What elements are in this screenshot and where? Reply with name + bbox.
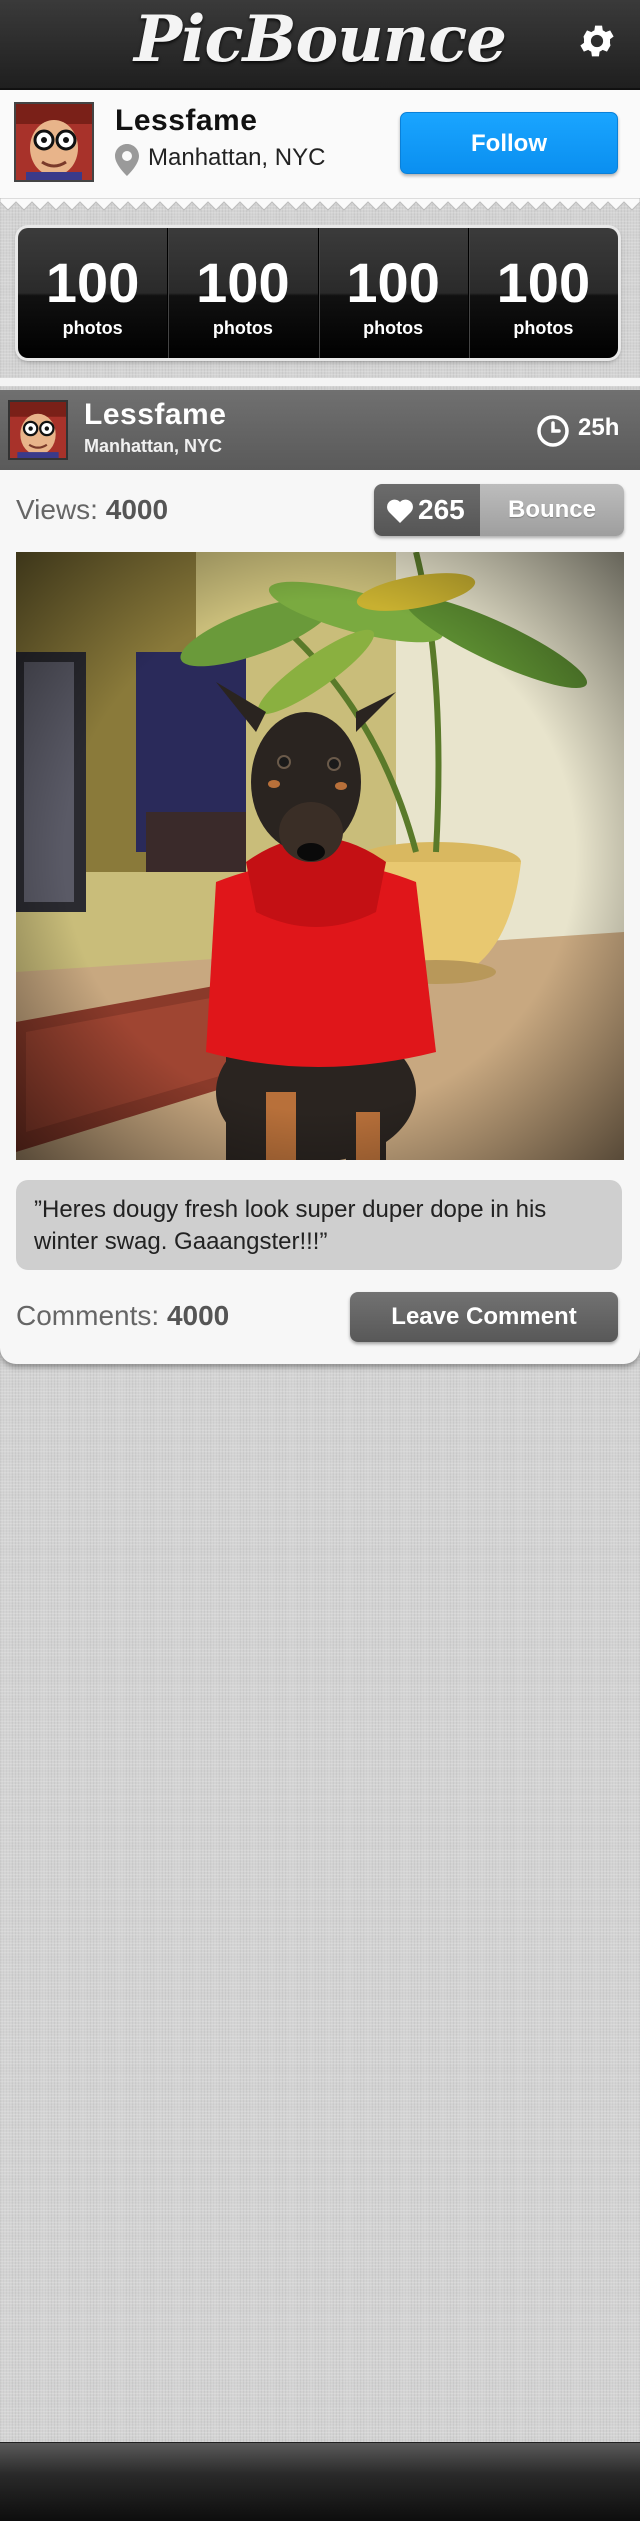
profile-name: Lessfame [115,104,258,137]
post-user-name[interactable]: Lessfame [84,398,226,432]
stat-photos-3[interactable]: 100 photos [319,228,469,358]
stat-photos-2[interactable]: 100 photos [168,228,319,358]
app-logo: PicBounce [134,2,507,77]
clock-icon [537,415,569,447]
views-count: Views: 4000 [16,494,168,526]
stat-photos-4[interactable]: 100 photos [469,228,618,358]
avatar-image [10,402,66,458]
stat-value: 100 [196,251,290,314]
views-label: Views: [16,494,98,525]
stat-value: 100 [496,251,591,314]
post-caption: ”Heres dougy fresh look super duper dope… [16,1180,622,1270]
post-avatar[interactable] [8,400,68,460]
post-time: 25h [578,414,620,441]
gear-icon[interactable] [576,20,618,62]
post-header: Lessfame Manhattan, NYC 25h [0,390,640,470]
like-count: 265 [418,494,465,525]
bounce-button[interactable]: Bounce [480,484,624,536]
bottom-bar [0,2442,640,2521]
stat-label: photos [212,318,273,338]
avatar-image [16,104,92,180]
leave-comment-button[interactable]: Leave Comment [350,1292,618,1342]
like-button[interactable]: 265 [374,484,480,536]
post-user-location: Manhattan, NYC [84,436,223,456]
views-value: 4000 [105,494,169,525]
profile-header: Lessfame Manhattan, NYC Follow [0,90,640,198]
heart-icon [387,499,413,523]
follow-button[interactable]: Follow [400,112,618,174]
comments-value: 4000 [166,1300,230,1331]
avatar[interactable] [14,102,94,182]
post-card: Lessfame Manhattan, NYC 25h Views: 4000 … [0,390,640,1364]
stat-label: photos [363,318,424,338]
dog-photo-image [16,552,624,1160]
comments-count: Comments: 4000 [16,1300,229,1332]
stat-label: photos [62,318,123,338]
top-bar: PicBounce [0,0,640,90]
stat-photos-1[interactable]: 100 photos [18,228,169,358]
section-divider [0,378,640,386]
stat-value: 100 [346,251,440,314]
comments-label: Comments: [16,1300,160,1331]
like-bounce-group: 265 Bounce [374,484,624,536]
post-photo[interactable] [16,552,624,1160]
stats-bar: 100 photos 100 photos 100 photos 100 pho… [18,228,618,358]
map-pin-icon [115,144,139,176]
profile-location: Manhattan, NYC [148,144,326,171]
stat-label: photos [513,318,574,338]
zigzag-divider [0,198,640,211]
stat-value: 100 [45,251,140,314]
